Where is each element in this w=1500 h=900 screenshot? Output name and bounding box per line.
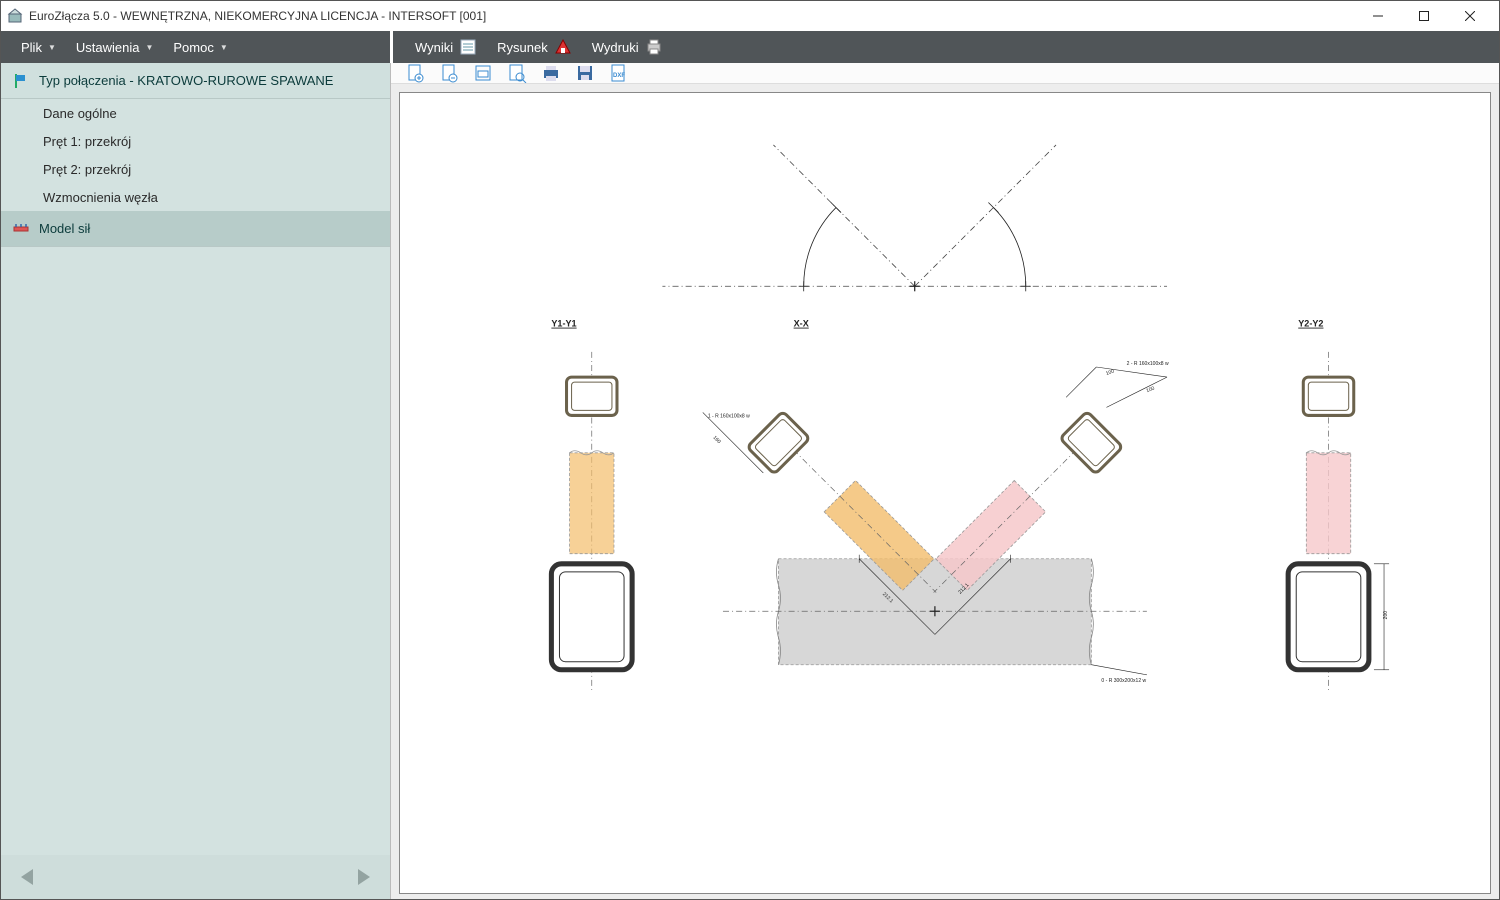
new-page-button[interactable]	[405, 63, 425, 83]
window-controls	[1355, 1, 1493, 31]
section-y2y2: 200	[1288, 352, 1389, 690]
chevron-down-icon: ▼	[220, 43, 228, 52]
remove-page-button[interactable]	[439, 63, 459, 83]
print-icon	[645, 38, 663, 56]
sidebar-item-pret2[interactable]: Pręt 2: przekrój	[1, 155, 390, 183]
sidebar-item-wzmocnienia[interactable]: Wzmocnienia węzła	[1, 183, 390, 211]
nav-next-icon[interactable]	[352, 866, 374, 888]
main-area: DXF	[391, 63, 1499, 899]
menu-rysunek[interactable]: Rysunek	[487, 31, 582, 63]
page-fit-button[interactable]	[473, 63, 493, 83]
menu-plik[interactable]: Plik▼	[11, 31, 66, 63]
print-button[interactable]	[541, 63, 561, 83]
save-button[interactable]	[575, 63, 595, 83]
sidebar-item-pret1[interactable]: Pręt 1: przekrój	[1, 127, 390, 155]
canvas-wrap: Y1-Y1 X-X Y2-Y2	[391, 84, 1499, 900]
svg-text:0 - R 300x200x12 w: 0 - R 300x200x12 w	[1101, 678, 1146, 684]
minimize-button[interactable]	[1355, 1, 1401, 31]
sidebar-head-model-sil[interactable]: Model sił	[1, 211, 390, 247]
svg-text:2 - R 160x100x8 w: 2 - R 160x100x8 w	[1127, 361, 1169, 367]
menubar: Plik▼ Ustawienia▼ Pomoc▼ Wyniki Rysunek …	[1, 31, 1499, 63]
app-icon	[7, 8, 23, 24]
app-window: EuroZłącza 5.0 - WEWNĘTRZNA, NIEKOMERCYJ…	[0, 0, 1500, 900]
results-icon	[459, 38, 477, 56]
svg-text:DXF: DXF	[613, 73, 625, 79]
export-dxf-button[interactable]: DXF	[609, 63, 629, 83]
svg-text:160: 160	[711, 435, 721, 445]
page-preview-button[interactable]	[507, 63, 527, 83]
flag-icon	[13, 73, 29, 89]
sidebar-item-dane-ogolne[interactable]: Dane ogólne	[1, 99, 390, 127]
sidebar: Typ połączenia - KRATOWO-RUROWE SPAWANE …	[1, 63, 391, 899]
drawing-toolbar: DXF	[391, 63, 1499, 84]
sidebar-head-connection-type[interactable]: Typ połączenia - KRATOWO-RUROWE SPAWANE	[1, 63, 390, 99]
menu-wydruki[interactable]: Wydruki	[582, 31, 673, 63]
drawing-icon	[554, 38, 572, 56]
maximize-button[interactable]	[1401, 1, 1447, 31]
sidebar-head-label: Model sił	[39, 221, 90, 236]
svg-text:200: 200	[1383, 611, 1389, 620]
section-xx-label: X-X	[794, 319, 809, 329]
menu-ustawienia[interactable]: Ustawienia▼	[66, 31, 164, 63]
menu-pomoc[interactable]: Pomoc▼	[163, 31, 237, 63]
menu-wyniki[interactable]: Wyniki	[405, 31, 487, 63]
section-xx: 160 1 - R 160x100x8 w 100 100 2 - R 160x…	[703, 361, 1169, 684]
chevron-down-icon: ▼	[145, 43, 153, 52]
nav-prev-icon[interactable]	[17, 866, 39, 888]
forces-icon	[13, 221, 29, 237]
drawing-canvas[interactable]: Y1-Y1 X-X Y2-Y2	[399, 92, 1491, 894]
section-y1y1	[551, 352, 632, 690]
svg-text:1 - R 160x100x8 w: 1 - R 160x100x8 w	[708, 413, 750, 419]
sidebar-head-label: Typ połączenia - KRATOWO-RUROWE SPAWANE	[39, 73, 333, 88]
section-y2y2-label: Y2-Y2	[1298, 319, 1323, 329]
close-button[interactable]	[1447, 1, 1493, 31]
chevron-down-icon: ▼	[48, 43, 56, 52]
window-title: EuroZłącza 5.0 - WEWNĘTRZNA, NIEKOMERCYJ…	[29, 9, 1355, 23]
section-y1y1-label: Y1-Y1	[551, 319, 576, 329]
titlebar: EuroZłącza 5.0 - WEWNĘTRZNA, NIEKOMERCYJ…	[1, 1, 1499, 31]
sidebar-nav-footer	[1, 855, 390, 899]
